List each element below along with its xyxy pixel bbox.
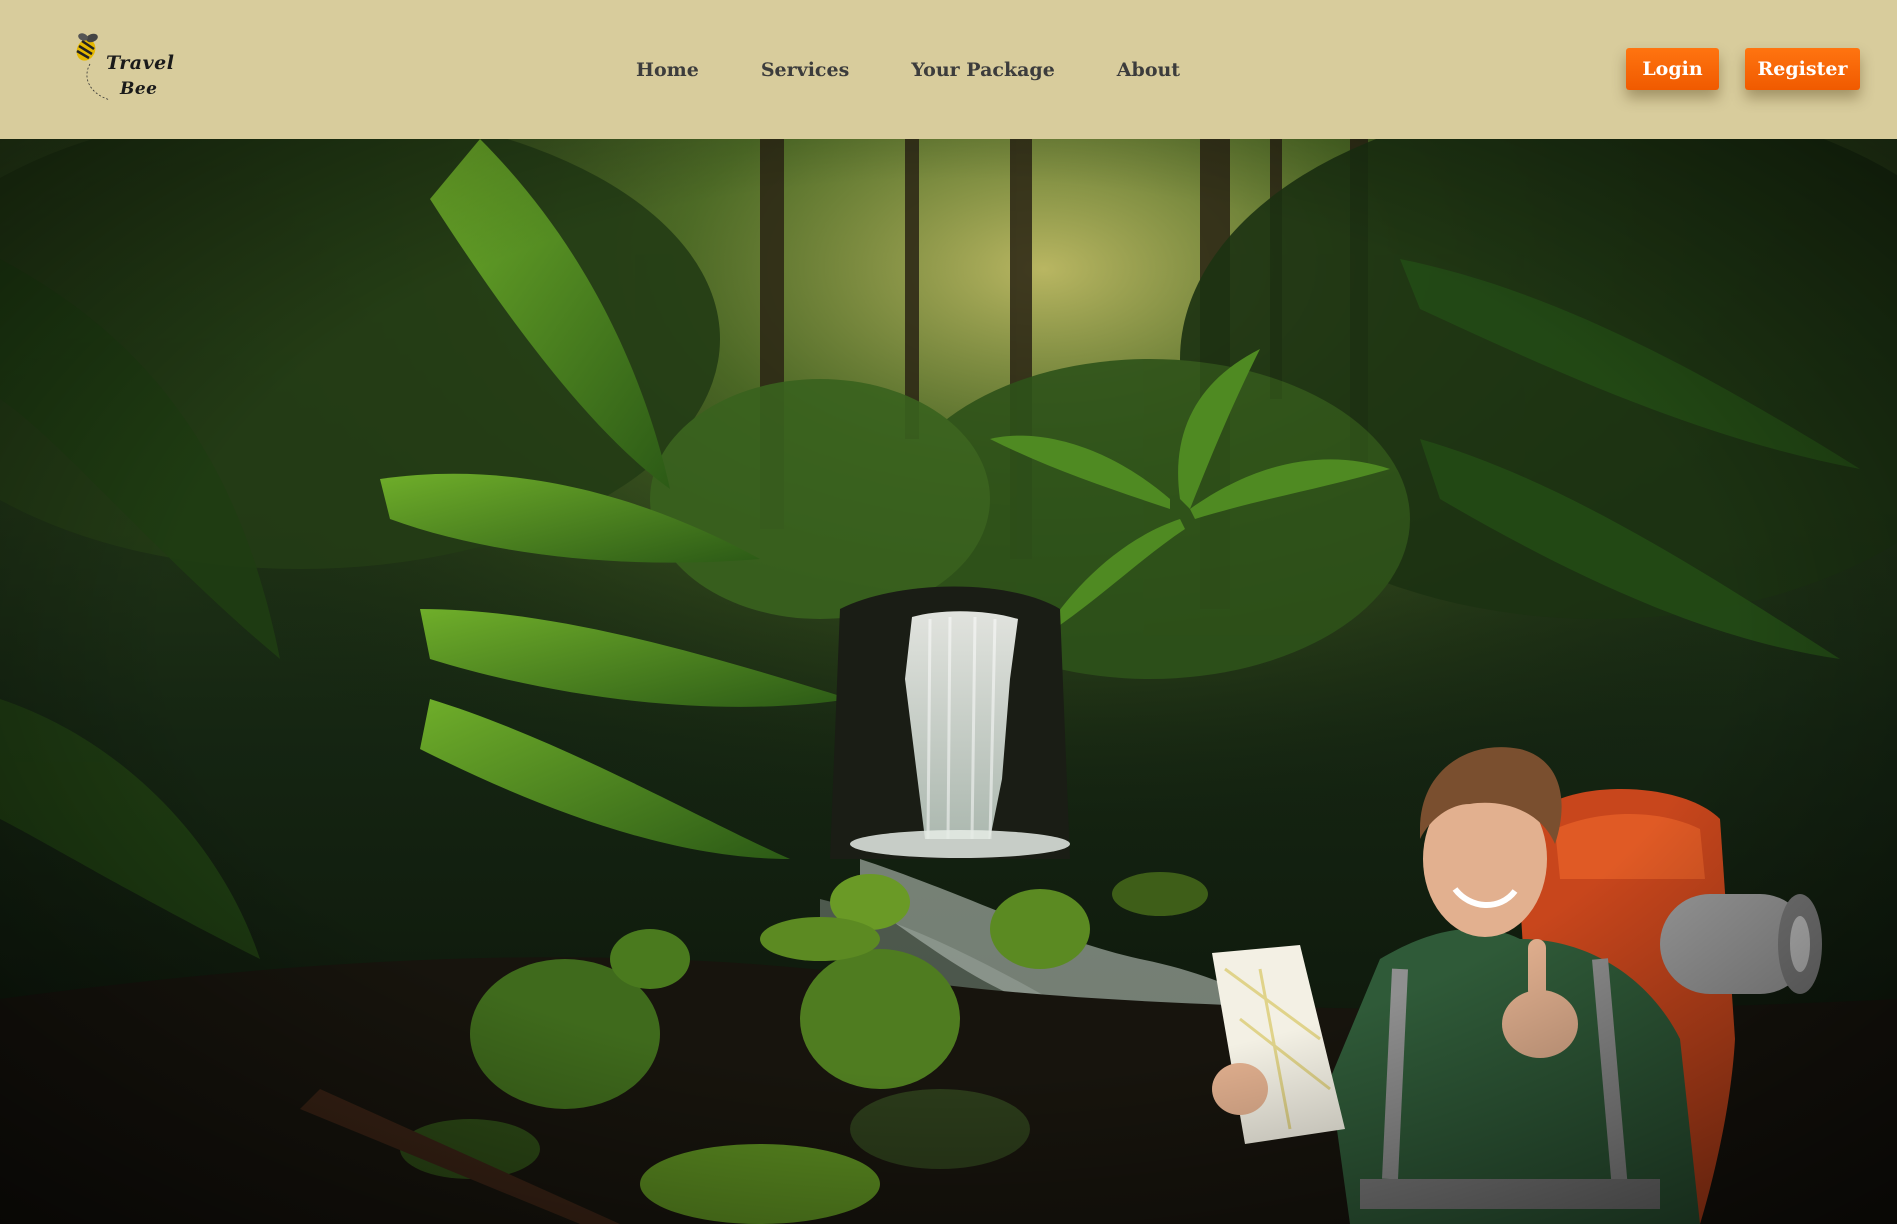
nav-home[interactable]: Home xyxy=(636,58,699,82)
register-button[interactable]: Register xyxy=(1745,48,1860,90)
login-button[interactable]: Login xyxy=(1626,48,1719,90)
logo-text-bee: Bee xyxy=(120,79,158,99)
travel-bee-logo[interactable]: Travel Bee xyxy=(70,30,174,105)
nav-about[interactable]: About xyxy=(1117,58,1180,82)
navbar: Travel Bee Home Services Your Package Ab… xyxy=(0,0,1897,139)
nav-your-package[interactable]: Your Package xyxy=(911,58,1055,82)
auth-buttons: Login Register xyxy=(1626,48,1860,90)
main-nav: Home Services Your Package About xyxy=(636,58,1180,82)
hero-banner xyxy=(0,139,1897,1224)
logo-text-travel: Travel xyxy=(106,52,175,74)
hero-image xyxy=(0,139,1897,1224)
nav-services[interactable]: Services xyxy=(761,58,849,82)
